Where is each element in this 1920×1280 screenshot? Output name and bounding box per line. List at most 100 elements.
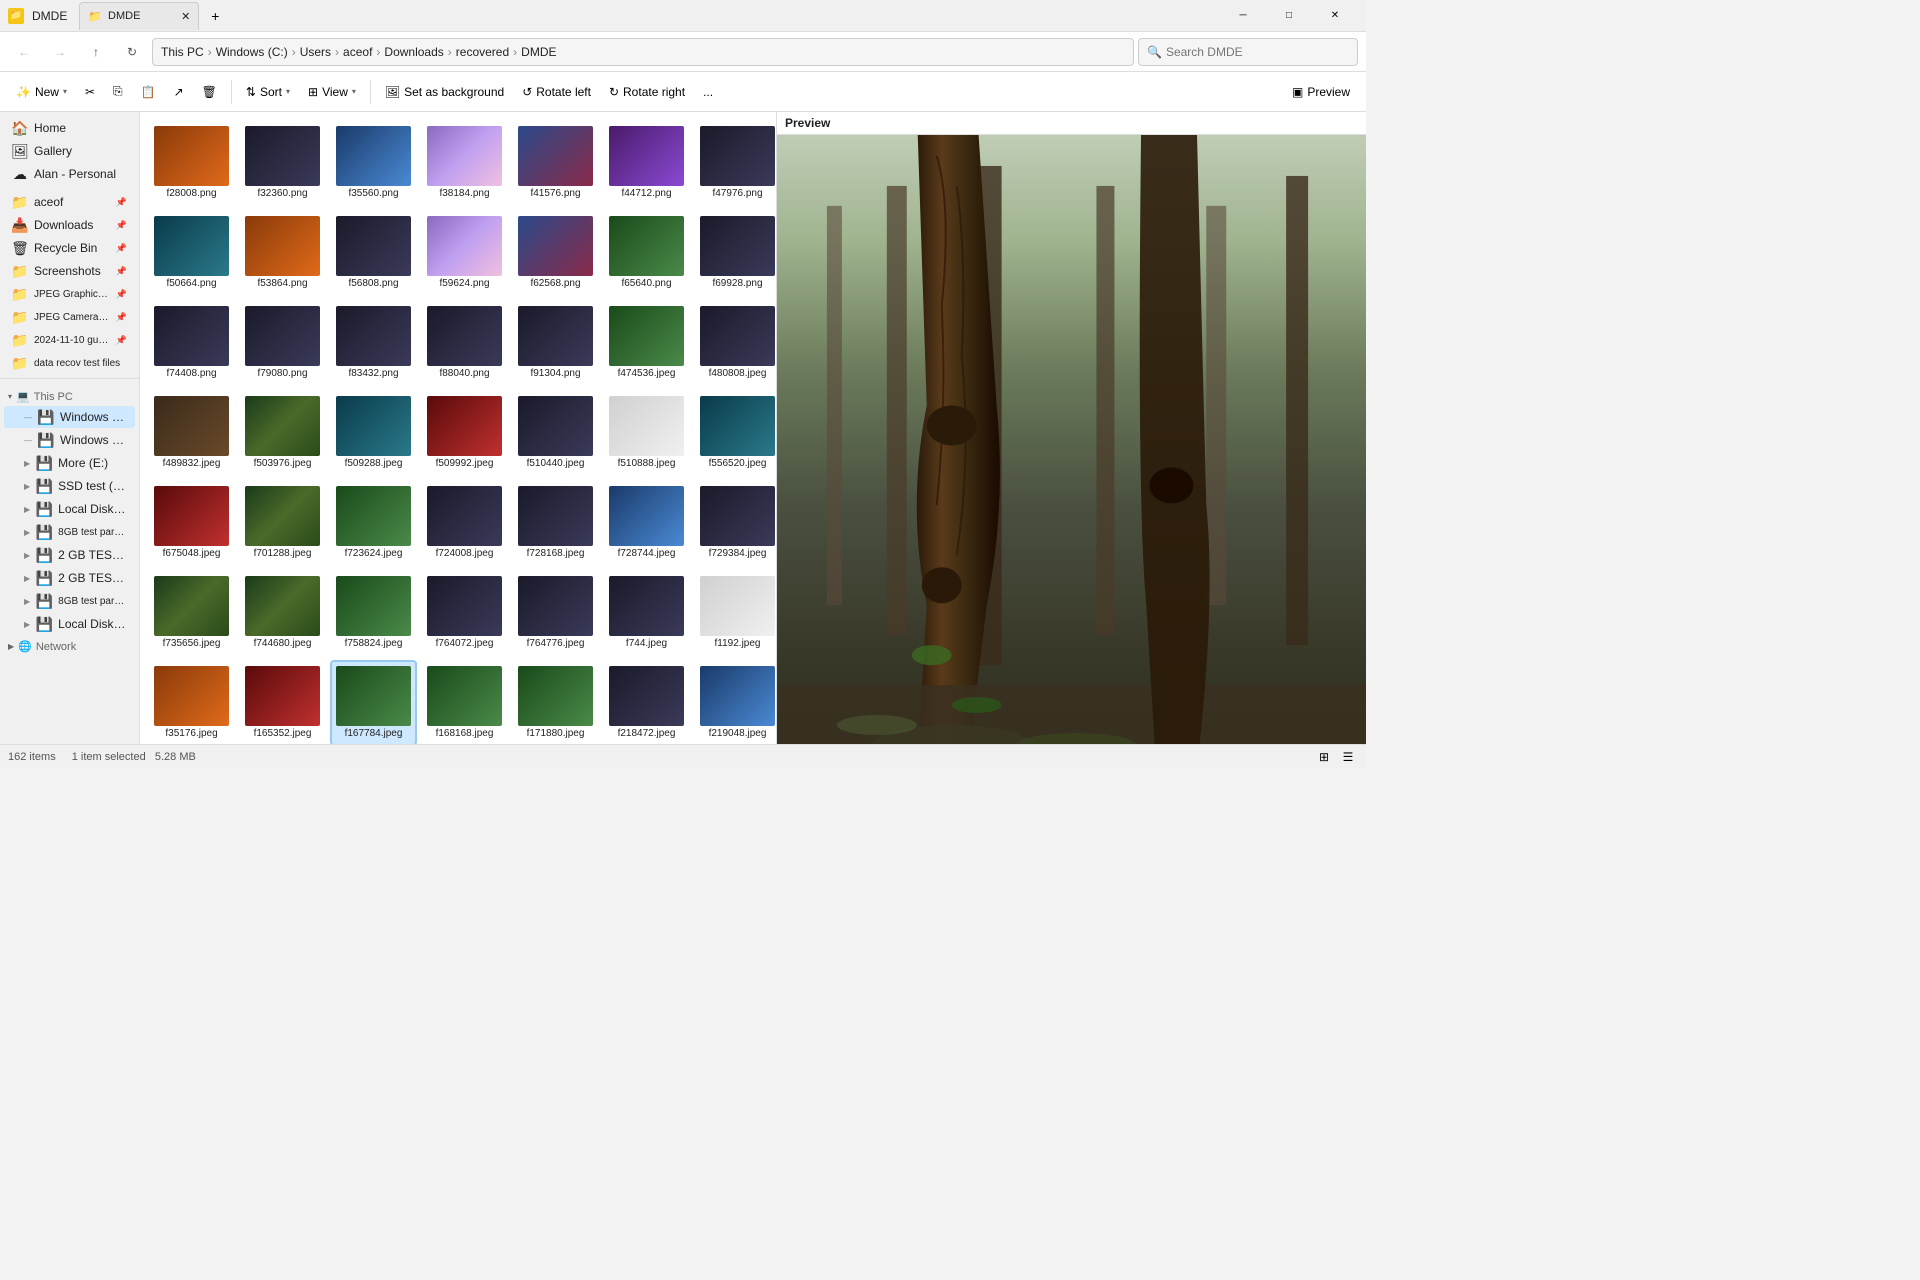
file-item[interactable]: f735656.jpeg <box>148 570 235 656</box>
sidebar-item-aceof[interactable]: 📁 aceof 📌 <box>4 191 135 213</box>
refresh-button[interactable]: ↻ <box>116 38 148 66</box>
file-item[interactable]: f35176.jpeg <box>148 660 235 744</box>
file-item[interactable]: f728744.jpeg <box>603 480 690 566</box>
preview-button[interactable]: ▣ Preview <box>1284 76 1358 108</box>
file-item[interactable]: f83432.png <box>330 300 417 386</box>
file-item[interactable]: f728168.jpeg <box>512 480 599 566</box>
forward-button[interactable]: → <box>44 38 76 66</box>
file-item[interactable]: f510888.jpeg <box>603 390 690 476</box>
file-item[interactable]: f91304.png <box>512 300 599 386</box>
file-item[interactable]: f675048.jpeg <box>148 480 235 566</box>
sidebar-item-more-e[interactable]: ▶ 💾 More (E:) <box>4 452 135 474</box>
cut-button[interactable]: ✂ <box>77 76 103 108</box>
up-button[interactable]: ↑ <box>80 38 112 66</box>
file-item[interactable]: f32360.png <box>239 120 326 206</box>
back-button[interactable]: ← <box>8 38 40 66</box>
file-item[interactable]: f474536.jpeg <box>603 300 690 386</box>
sidebar-item-2gb-i[interactable]: ▶ 💾 2 GB TEST (I:) <box>4 544 135 566</box>
file-item[interactable]: f503976.jpeg <box>239 390 326 476</box>
sidebar-item-gutter[interactable]: 📁 2024-11-10 gutter check 📌 <box>4 329 135 351</box>
file-item[interactable]: f744.jpeg <box>603 570 690 656</box>
file-item[interactable]: f88040.png <box>421 300 508 386</box>
file-item[interactable]: f53864.png <box>239 210 326 296</box>
file-item[interactable]: f59624.png <box>421 210 508 296</box>
file-item[interactable]: f724008.jpeg <box>421 480 508 566</box>
sidebar-item-windows-c[interactable]: — 💾 Windows (C:) <box>4 406 135 428</box>
file-item[interactable]: f41576.png <box>512 120 599 206</box>
file-item[interactable]: f171880.jpeg <box>512 660 599 744</box>
file-item[interactable]: f44712.png <box>603 120 690 206</box>
file-item[interactable]: f758824.jpeg <box>330 570 417 656</box>
file-item[interactable]: f165352.jpeg <box>239 660 326 744</box>
maximize-button[interactable]: □ <box>1266 0 1312 32</box>
network-section[interactable]: ▶ 🌐 Network <box>0 636 139 655</box>
sidebar-item-jpeg-graphics[interactable]: 📁 JPEG Graphics file 📌 <box>4 283 135 305</box>
file-item[interactable]: f62568.png <box>512 210 599 296</box>
file-item[interactable]: f47976.png <box>694 120 776 206</box>
file-item[interactable]: f167784.jpeg <box>330 660 417 744</box>
sidebar-item-jpeg-camera[interactable]: 📁 JPEG Camera file 📌 <box>4 306 135 328</box>
file-item[interactable]: f74408.png <box>148 300 235 386</box>
file-item[interactable]: f764072.jpeg <box>421 570 508 656</box>
file-item[interactable]: f65640.png <box>603 210 690 296</box>
rotate-left-button[interactable]: ↺ Rotate left <box>514 76 599 108</box>
sidebar-item-screenshots[interactable]: 📁 Screenshots 📌 <box>4 260 135 282</box>
file-item[interactable]: f218472.jpeg <box>603 660 690 744</box>
tab-close-icon[interactable]: ✕ <box>181 10 190 23</box>
sidebar-item-personal[interactable]: ☁ Alan - Personal <box>4 163 135 185</box>
rotate-right-button[interactable]: ↻ Rotate right <box>601 76 693 108</box>
file-item[interactable]: f69928.png <box>694 210 776 296</box>
share-button[interactable]: ↗ <box>166 76 192 108</box>
file-item[interactable]: f38184.png <box>421 120 508 206</box>
file-item[interactable]: f510440.jpeg <box>512 390 599 476</box>
sidebar-item-downloads[interactable]: 📥 Downloads 📌 <box>4 214 135 236</box>
list-view-button[interactable]: ☰ <box>1338 747 1358 767</box>
more-button[interactable]: ... <box>695 76 721 108</box>
file-item[interactable]: f701288.jpeg <box>239 480 326 566</box>
file-area[interactable]: f28008.pngf32360.pngf35560.pngf38184.png… <box>140 112 776 744</box>
breadcrumb[interactable]: This PC › Windows (C:) › Users › aceof ›… <box>152 38 1134 66</box>
file-item[interactable]: f744680.jpeg <box>239 570 326 656</box>
search-box[interactable]: 🔍 <box>1138 38 1358 66</box>
grid-view-button[interactable]: ⊞ <box>1314 747 1334 767</box>
sidebar-item-data-recov[interactable]: 📁 data recov test files <box>4 352 135 374</box>
new-tab-button[interactable]: + <box>199 0 231 32</box>
sidebar-item-8gb-h2[interactable]: ▶ 💾 8GB test partition (H:) <box>4 590 135 612</box>
sidebar-item-gallery[interactable]: 🖼 Gallery <box>4 140 135 162</box>
minimize-button[interactable]: ─ <box>1220 0 1266 32</box>
file-item[interactable]: f723624.jpeg <box>330 480 417 566</box>
file-item[interactable]: f556520.jpeg <box>694 390 776 476</box>
file-item[interactable]: f489832.jpeg <box>148 390 235 476</box>
close-button[interactable]: ✕ <box>1312 0 1358 32</box>
file-item[interactable]: f1192.jpeg <box>694 570 776 656</box>
sidebar-item-2gb-i2[interactable]: ▶ 💾 2 GB TEST (I:) <box>4 567 135 589</box>
search-input[interactable] <box>1166 45 1349 59</box>
paste-button[interactable]: 📋 <box>133 76 164 108</box>
sidebar-item-8gb-h[interactable]: ▶ 💾 8GB test partition (H:) <box>4 521 135 543</box>
active-tab[interactable]: 📁 DMDE ✕ <box>79 2 199 30</box>
sort-button[interactable]: ⇅ Sort ▾ <box>238 76 298 108</box>
file-item[interactable]: f56808.png <box>330 210 417 296</box>
file-item[interactable]: f79080.png <box>239 300 326 386</box>
file-item[interactable]: f480808.jpeg <box>694 300 776 386</box>
file-item[interactable]: f50664.png <box>148 210 235 296</box>
sidebar-item-local-g2[interactable]: ▶ 💾 Local Disk (G:) <box>4 613 135 635</box>
file-item[interactable]: f729384.jpeg <box>694 480 776 566</box>
file-item[interactable]: f35560.png <box>330 120 417 206</box>
file-item[interactable]: f764776.jpeg <box>512 570 599 656</box>
copy-button[interactable]: ⎘ <box>105 76 131 108</box>
new-button[interactable]: ✨ New ▾ <box>8 76 75 108</box>
delete-button[interactable]: 🗑 <box>194 76 225 108</box>
file-item[interactable]: f28008.png <box>148 120 235 206</box>
sidebar-item-home[interactable]: 🏠 Home <box>4 117 135 139</box>
set-background-button[interactable]: 🖼 Set as background <box>377 76 512 108</box>
sidebar-item-recycle-bin[interactable]: 🗑 Recycle Bin 📌 <box>4 237 135 259</box>
sidebar-item-windows-d[interactable]: — 💾 Windows (D:) <box>4 429 135 451</box>
thispc-section[interactable]: ▾ 💻 This PC <box>0 386 139 405</box>
file-item[interactable]: f509288.jpeg <box>330 390 417 476</box>
sidebar-item-ssd-f[interactable]: ▶ 💾 SSD test (F:) <box>4 475 135 497</box>
file-item[interactable]: f219048.jpeg <box>694 660 776 744</box>
file-item[interactable]: f509992.jpeg <box>421 390 508 476</box>
view-button[interactable]: ⊞ View ▾ <box>300 76 364 108</box>
file-item[interactable]: f168168.jpeg <box>421 660 508 744</box>
